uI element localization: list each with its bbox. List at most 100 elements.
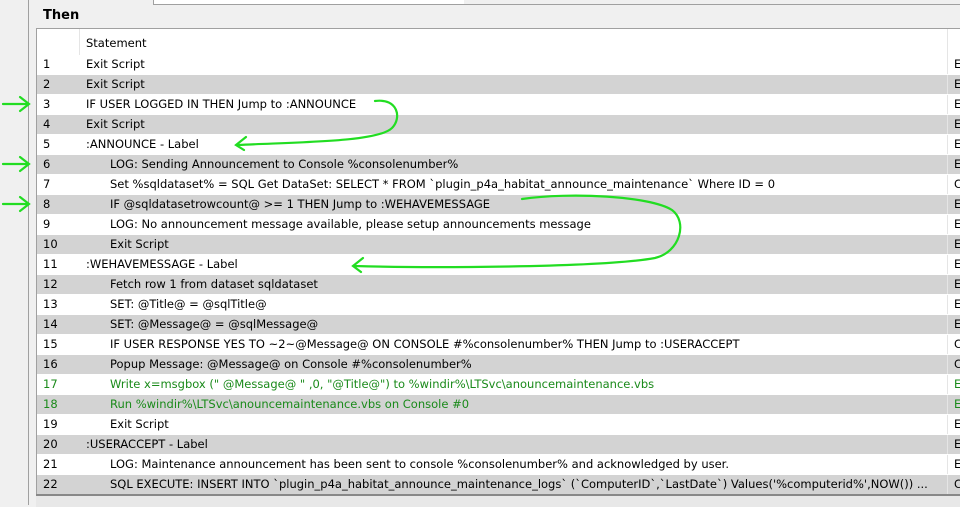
extra-column-cell: E <box>947 435 960 454</box>
table-row[interactable]: 15 IF USER RESPONSE YES TO ~2~@Message@ O… <box>37 335 960 355</box>
row-number: 12 <box>43 277 58 291</box>
table-row[interactable]: 3 IF USER LOGGED IN THEN Jump to :ANNOUNC… <box>37 95 960 115</box>
top-panel <box>153 0 464 5</box>
extra-column-cell: C <box>947 335 960 354</box>
table-row[interactable]: 14 SET: @Message@ = @sqlMessage@ E <box>37 315 960 335</box>
extra-column-cell: E <box>947 95 960 114</box>
statement-cell: SQL EXECUTE: INSERT INTO `plugin_p4a_hab… <box>110 477 928 491</box>
table-row[interactable]: 11 :WEHAVEMESSAGE - Label E <box>37 255 960 275</box>
extra-column-cell: E <box>947 115 960 134</box>
row-number: 3 <box>43 97 51 111</box>
table-row[interactable]: 22 SQL EXECUTE: INSERT INTO `plugin_p4a_h… <box>37 475 960 495</box>
table-row[interactable]: 10 Exit Script E <box>37 235 960 255</box>
row-number: 7 <box>43 177 51 191</box>
row-number: 4 <box>43 117 51 131</box>
arrow-icon-row-3 <box>1 95 31 113</box>
statement-cell: :ANNOUNCE - Label <box>86 137 199 151</box>
table-row[interactable]: 12 Fetch row 1 from dataset sqldataset E <box>37 275 960 295</box>
arrow-icon-row-6 <box>1 155 31 173</box>
statement-cell: SET: @Message@ = @sqlMessage@ <box>110 317 319 331</box>
row-number: 18 <box>43 397 58 411</box>
extra-column-cell: E <box>947 55 960 74</box>
extra-column-cell: E <box>947 195 960 214</box>
extra-column-cell: E <box>947 215 960 234</box>
row-number: 10 <box>43 237 58 251</box>
table-row[interactable]: 5 :ANNOUNCE - Label E <box>37 135 960 155</box>
table-row[interactable]: 13 SET: @Title@ = @sqlTitle@ E <box>37 295 960 315</box>
row-number: 1 <box>43 57 51 71</box>
table-row[interactable]: 9 LOG: No announcement message available,… <box>37 215 960 235</box>
section-title: Then <box>43 8 80 23</box>
divider <box>463 4 960 5</box>
column-separator <box>947 29 948 55</box>
extra-column-cell: E <box>947 375 960 394</box>
row-number: 17 <box>43 377 58 391</box>
extra-column-cell: C <box>947 175 960 194</box>
row-number: 2 <box>43 77 51 91</box>
table-row[interactable]: 7 Set %sqldataset% = SQL Get DataSet: SEL… <box>37 175 960 195</box>
extra-column-cell: E <box>947 255 960 274</box>
extra-column-cell: E <box>947 315 960 334</box>
table-row[interactable]: 19 Exit Script E <box>37 415 960 435</box>
statement-cell: IF @sqldatasetrowcount@ >= 1 THEN Jump t… <box>110 197 491 211</box>
column-separator <box>79 29 80 55</box>
panel-border <box>28 0 29 505</box>
extra-column-cell: E <box>947 235 960 254</box>
table-row[interactable]: 18 Run %windir%\LTSvc\anouncemaintenance.… <box>37 395 960 415</box>
row-number: 9 <box>43 217 51 231</box>
extra-column-cell: E <box>947 395 960 414</box>
table-row[interactable]: 8 IF @sqldatasetrowcount@ >= 1 THEN Jump … <box>37 195 960 215</box>
table-row[interactable]: 2 Exit Script E <box>37 75 960 95</box>
row-number: 21 <box>43 457 58 471</box>
then-statements-grid[interactable]: Statement 1 Exit Script E 2 Exit Script E 3 IF … <box>36 28 960 498</box>
row-number: 13 <box>43 297 58 311</box>
row-number: 19 <box>43 417 58 431</box>
arrow-icon-row-8 <box>1 195 31 213</box>
statement-cell: IF USER LOGGED IN THEN Jump to :ANNOUNCE <box>86 97 357 111</box>
statement-cell: Exit Script <box>86 57 145 71</box>
row-number: 8 <box>43 197 51 211</box>
statement-cell: Exit Script <box>86 77 145 91</box>
table-row[interactable]: 16 Popup Message: @Message@ on Console #%… <box>37 355 960 375</box>
statement-cell: LOG: Maintenance announcement has been s… <box>110 457 730 471</box>
row-number: 14 <box>43 317 58 331</box>
table-row[interactable]: 1 Exit Script E <box>37 55 960 75</box>
statement-cell: Exit Script <box>86 117 145 131</box>
horizontal-scrollbar[interactable] <box>36 494 960 507</box>
statement-cell: LOG: Sending Announcement to Console %co… <box>110 157 459 171</box>
statement-cell: LOG: No announcement message available, … <box>110 217 591 231</box>
statement-cell: :WEHAVEMESSAGE - Label <box>86 257 238 271</box>
row-number: 11 <box>43 257 58 271</box>
extra-column-cell: E <box>947 135 960 154</box>
extra-column-cell: E <box>947 455 960 474</box>
statement-cell: Popup Message: @Message@ on Console #%co… <box>110 357 472 371</box>
statement-cell: Run %windir%\LTSvc\anouncemaintenance.vb… <box>110 397 470 411</box>
extra-column-cell: E <box>947 155 960 174</box>
extra-column-cell: E <box>947 75 960 94</box>
extra-column-cell: E <box>947 415 960 434</box>
table-row[interactable]: 20 :USERACCEPT - Label E <box>37 435 960 455</box>
statement-cell: Write x=msgbox (" @Message@ " ,0, "@Titl… <box>110 377 655 391</box>
row-number: 20 <box>43 437 58 451</box>
row-number: 6 <box>43 157 51 171</box>
extra-column-cell: C <box>947 475 960 494</box>
row-number: 22 <box>43 477 58 491</box>
row-number: 16 <box>43 357 58 371</box>
table-row[interactable]: 21 LOG: Maintenance announcement has been… <box>37 455 960 475</box>
statement-cell: SET: @Title@ = @sqlTitle@ <box>110 297 267 311</box>
row-number: 15 <box>43 337 58 351</box>
statement-cell: Exit Script <box>110 417 169 431</box>
statement-cell: Set %sqldataset% = SQL Get DataSet: SELE… <box>110 177 776 191</box>
table-row[interactable]: 6 LOG: Sending Announcement to Console %c… <box>37 155 960 175</box>
row-number: 5 <box>43 137 51 151</box>
statement-cell: Exit Script <box>110 237 169 251</box>
extra-column-cell: C <box>947 355 960 374</box>
table-row[interactable]: 4 Exit Script E <box>37 115 960 135</box>
statement-cell: :USERACCEPT - Label <box>86 437 208 451</box>
grid-header: Statement <box>37 29 960 55</box>
extra-column-cell: E <box>947 295 960 314</box>
statement-cell: IF USER RESPONSE YES TO ~2~@Message@ ON … <box>110 337 740 351</box>
statement-cell: Fetch row 1 from dataset sqldataset <box>110 277 318 291</box>
column-header-statement[interactable]: Statement <box>86 36 147 50</box>
table-row[interactable]: 17 Write x=msgbox (" @Message@ " ,0, "@Ti… <box>37 375 960 395</box>
